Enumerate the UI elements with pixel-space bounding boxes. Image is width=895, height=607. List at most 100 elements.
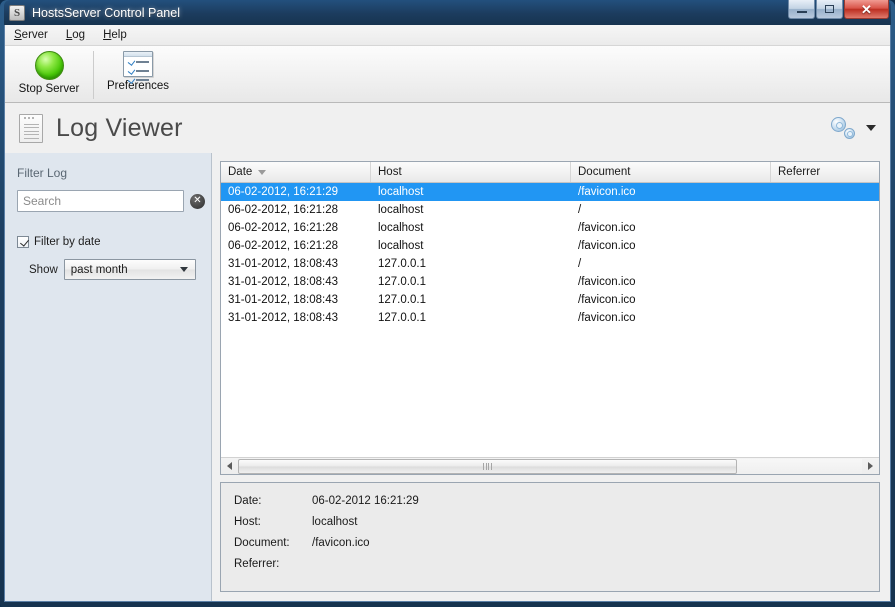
detail-row-document: Document: /favicon.ico [234, 537, 879, 558]
filter-log-heading: Filter Log [17, 166, 199, 180]
scroll-left-button[interactable] [221, 459, 238, 474]
chevron-down-icon[interactable] [866, 125, 876, 131]
scrollbar-thumb[interactable] [238, 459, 737, 474]
window-controls: ✕ [788, 0, 889, 19]
filter-by-date-row[interactable]: Filter by date [17, 236, 199, 248]
log-table-panel: Date Host Document Referrer 06-02-2012, … [220, 161, 880, 475]
filter-sidebar: Filter Log ✕ Filter by date Show past mo… [5, 153, 212, 601]
minimize-icon [797, 11, 807, 13]
maximize-button[interactable] [816, 0, 843, 19]
cell-document: /favicon.ico [571, 222, 771, 234]
clear-search-button[interactable]: ✕ [190, 194, 205, 209]
cell-document: /favicon.ico [571, 186, 771, 198]
cell-host: localhost [371, 240, 571, 252]
cell-date: 06-02-2012, 16:21:29 [221, 186, 371, 198]
detail-document-value: /favicon.ico [312, 537, 370, 549]
table-row[interactable]: 06-02-2012, 16:21:29localhost/favicon.ic… [221, 183, 879, 201]
menu-item-server[interactable]: Server [14, 29, 48, 41]
cell-date: 31-01-2012, 18:08:43 [221, 276, 371, 288]
menu-label: elp [111, 29, 126, 41]
cell-host: localhost [371, 204, 571, 216]
preferences-icon-lines [129, 59, 149, 83]
cell-date: 06-02-2012, 16:21:28 [221, 204, 371, 216]
cell-host: 127.0.0.1 [371, 312, 571, 324]
client-area: Server Log Help Stop Server Preferences [4, 25, 891, 602]
stop-server-button[interactable]: Stop Server [5, 49, 93, 95]
cell-document: / [571, 258, 771, 270]
cell-date: 06-02-2012, 16:21:28 [221, 222, 371, 234]
cell-document: /favicon.ico [571, 240, 771, 252]
detail-date-value: 06-02-2012 16:21:29 [312, 495, 419, 507]
app-icon: S [9, 5, 25, 21]
menu-label: erver [22, 29, 48, 41]
column-header-date-label: Date [228, 166, 252, 178]
cell-host: localhost [371, 186, 571, 198]
show-label: Show [29, 264, 58, 276]
header-tools [831, 117, 876, 139]
log-detail-panel: Date: 06-02-2012 16:21:29 Host: localhos… [220, 482, 880, 592]
menu-bar: Server Log Help [5, 25, 890, 46]
table-row[interactable]: 06-02-2012, 16:21:28localhost/favicon.ic… [221, 237, 879, 255]
page-header: Log Viewer [5, 103, 890, 153]
cell-host: localhost [371, 222, 571, 234]
settings-gear-icon[interactable] [831, 117, 857, 139]
cell-host: 127.0.0.1 [371, 294, 571, 306]
sort-desc-icon [258, 170, 266, 175]
cell-document: /favicon.ico [571, 276, 771, 288]
menu-mnemonic: S [14, 29, 22, 41]
minimize-button[interactable] [788, 0, 815, 19]
column-header-document[interactable]: Document [571, 162, 771, 182]
cell-date: 31-01-2012, 18:08:43 [221, 294, 371, 306]
detail-row-host: Host: localhost [234, 516, 879, 537]
close-button[interactable]: ✕ [844, 0, 889, 19]
detail-referrer-label: Referrer: [234, 558, 312, 570]
table-row[interactable]: 31-01-2012, 18:08:43127.0.0.1/ [221, 255, 879, 273]
table-row[interactable]: 31-01-2012, 18:08:43127.0.0.1/favicon.ic… [221, 309, 879, 327]
maximize-icon [825, 5, 834, 13]
close-icon: ✕ [861, 3, 872, 16]
arrow-right-icon [868, 462, 873, 470]
cell-host: 127.0.0.1 [371, 258, 571, 270]
cell-document: /favicon.ico [571, 312, 771, 324]
show-period-value: past month [71, 264, 128, 276]
table-row[interactable]: 06-02-2012, 16:21:28localhost/favicon.ic… [221, 219, 879, 237]
menu-item-help[interactable]: Help [103, 29, 127, 41]
filter-by-date-label: Filter by date [34, 236, 100, 248]
column-header-referrer[interactable]: Referrer [771, 162, 879, 182]
cell-host: 127.0.0.1 [371, 276, 571, 288]
filter-by-date-checkbox[interactable] [17, 236, 29, 248]
title-bar[interactable]: S HostsServer Control Panel ✕ [4, 0, 891, 25]
scrollbar-track[interactable] [238, 459, 862, 474]
server-status-icon [35, 51, 64, 80]
application-window: S HostsServer Control Panel ✕ Server Log… [0, 0, 895, 607]
menu-item-log[interactable]: Log [66, 29, 85, 41]
cell-document: / [571, 204, 771, 216]
menu-label: og [72, 29, 85, 41]
preferences-icon [123, 51, 153, 77]
column-header-host[interactable]: Host [371, 162, 571, 182]
detail-row-referrer: Referrer: [234, 558, 879, 579]
scroll-right-button[interactable] [862, 459, 879, 474]
detail-date-label: Date: [234, 495, 312, 507]
preferences-button[interactable]: Preferences [94, 49, 182, 92]
show-period-select[interactable]: past month [64, 259, 196, 280]
detail-document-label: Document: [234, 537, 312, 549]
toolbar: Stop Server Preferences [5, 46, 890, 103]
log-table-body: 06-02-2012, 16:21:29localhost/favicon.ic… [221, 183, 879, 457]
arrow-left-icon [227, 462, 232, 470]
horizontal-scrollbar[interactable] [221, 457, 879, 474]
search-input[interactable] [17, 190, 184, 212]
search-row: ✕ [17, 190, 199, 212]
cell-date: 31-01-2012, 18:08:43 [221, 312, 371, 324]
table-row[interactable]: 31-01-2012, 18:08:43127.0.0.1/favicon.ic… [221, 291, 879, 309]
stop-server-label: Stop Server [19, 83, 80, 95]
table-row[interactable]: 31-01-2012, 18:08:43127.0.0.1/favicon.ic… [221, 273, 879, 291]
log-table-header: Date Host Document Referrer [221, 162, 879, 183]
table-row[interactable]: 06-02-2012, 16:21:28localhost/ [221, 201, 879, 219]
detail-row-date: Date: 06-02-2012 16:21:29 [234, 495, 879, 516]
page-title: Log Viewer [56, 114, 183, 143]
log-document-icon [19, 114, 43, 143]
column-header-date[interactable]: Date [221, 162, 371, 182]
window-title: HostsServer Control Panel [32, 6, 180, 20]
detail-host-value: localhost [312, 516, 357, 528]
